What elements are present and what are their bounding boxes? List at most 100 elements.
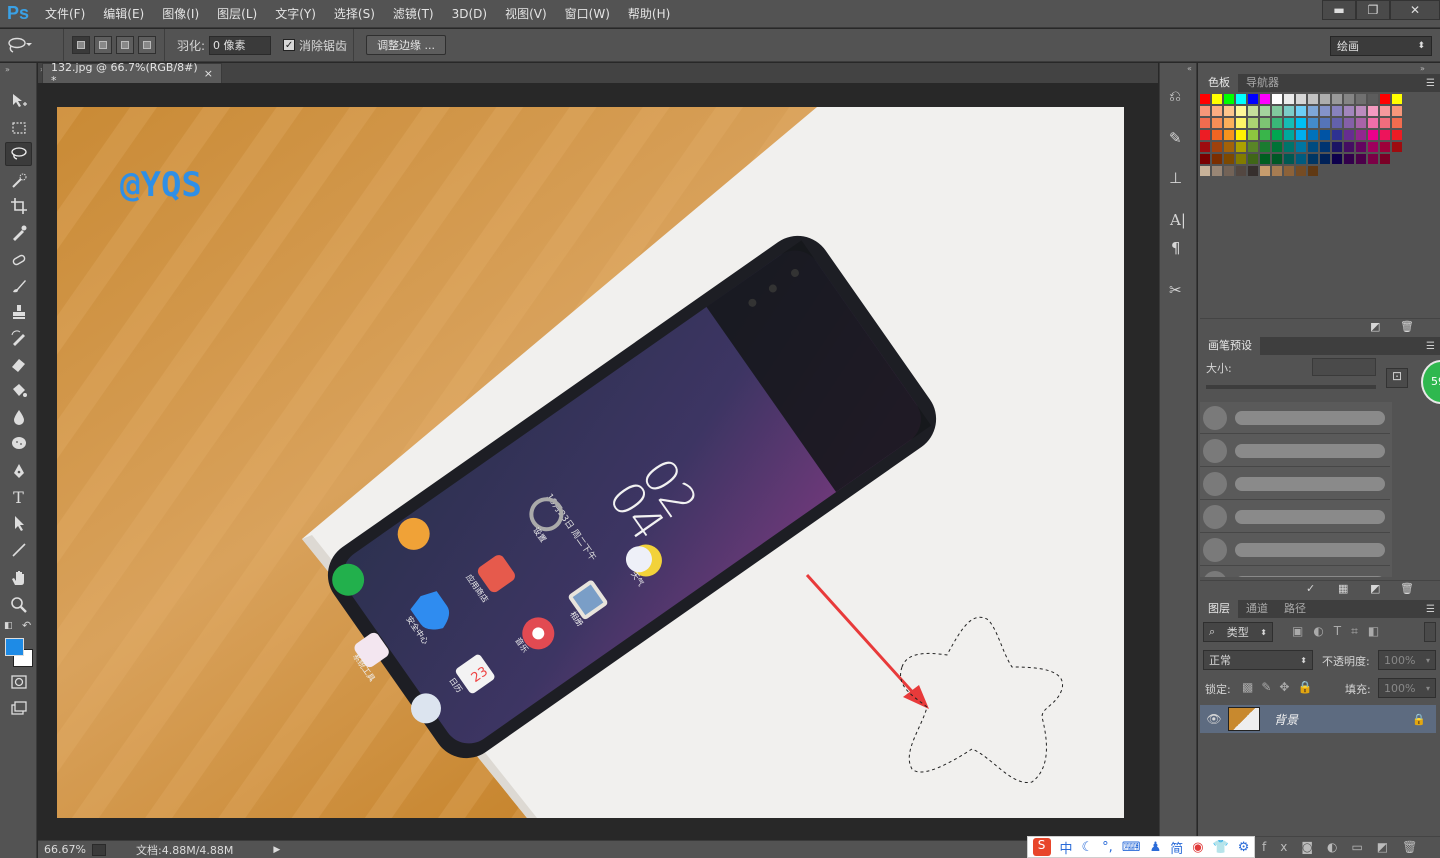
color-swatch[interactable] [1236, 118, 1246, 128]
move-tool[interactable] [5, 89, 32, 113]
foreground-color-swatch[interactable] [5, 638, 24, 656]
color-swatch[interactable] [1272, 118, 1282, 128]
brush-tool[interactable] [5, 274, 32, 298]
line-tool[interactable] [5, 538, 32, 562]
color-swatch[interactable] [1284, 130, 1294, 140]
color-swatch[interactable] [1392, 118, 1402, 128]
color-swatch[interactable] [1260, 118, 1270, 128]
user-icon[interactable]: ♟ [1150, 840, 1162, 855]
color-swatch[interactable] [1224, 142, 1234, 152]
color-swatch[interactable] [1284, 154, 1294, 164]
color-swatch[interactable] [1392, 106, 1402, 116]
color-swatch[interactable] [1272, 130, 1282, 140]
keyboard-icon[interactable]: ⌨ [1122, 840, 1141, 855]
color-swatch[interactable] [1308, 118, 1318, 128]
ime-logo-icon[interactable]: S [1032, 838, 1051, 856]
color-swatch[interactable] [1344, 118, 1354, 128]
color-swatch[interactable] [1224, 94, 1234, 104]
color-swatch[interactable] [1224, 166, 1234, 176]
ime-mode-chinese[interactable]: 中 [1060, 838, 1073, 857]
tab-layers[interactable]: 图层 [1200, 600, 1238, 618]
color-swatch[interactable] [1284, 166, 1294, 176]
menu-item[interactable]: 3D(D) [443, 0, 496, 28]
color-swatch[interactable] [1356, 94, 1366, 104]
brush-preset-options-icon[interactable]: ⊡ [1386, 368, 1408, 388]
toggle-brush-panel-icon[interactable]: ✓ [1306, 582, 1315, 595]
fill-input[interactable]: 100% ▾ [1378, 678, 1436, 698]
color-swatch[interactable] [1380, 154, 1390, 164]
menu-item[interactable]: 选择(S) [325, 0, 384, 28]
lasso-tool[interactable] [5, 142, 32, 166]
color-swatch[interactable] [1236, 166, 1246, 176]
brush-preset-item[interactable] [1200, 435, 1390, 467]
color-swatch[interactable] [1212, 130, 1222, 140]
feather-input[interactable] [209, 35, 272, 55]
panel-menu-icon[interactable]: ☰ [1426, 78, 1435, 89]
color-swatch[interactable] [1248, 154, 1258, 164]
menu-item[interactable]: 滤镜(T) [384, 0, 443, 28]
color-swatch[interactable] [1260, 142, 1270, 152]
color-swatch[interactable] [1272, 166, 1282, 176]
color-swatch[interactable] [1332, 106, 1342, 116]
lock-icons[interactable]: ▩✎✥🔒 [1242, 680, 1320, 694]
color-swatch[interactable] [1332, 118, 1342, 128]
shirt-icon[interactable]: 👕 [1213, 840, 1229, 855]
color-swatch[interactable] [1260, 154, 1270, 164]
tab-channels[interactable]: 通道 [1238, 600, 1276, 618]
close-button[interactable]: ✕ [1390, 0, 1440, 20]
status-options-icon[interactable] [92, 843, 106, 856]
color-swatch[interactable] [1380, 106, 1390, 116]
color-swatch[interactable] [1392, 142, 1402, 152]
color-swatch[interactable] [1236, 94, 1246, 104]
color-swatch[interactable] [1236, 142, 1246, 152]
color-swatch[interactable] [1260, 166, 1270, 176]
color-swatch[interactable] [1368, 142, 1378, 152]
menu-item[interactable]: 编辑(E) [94, 0, 153, 28]
tab-paths[interactable]: 路径 [1276, 600, 1314, 618]
blur-tool[interactable] [5, 405, 32, 429]
color-swatch[interactable] [1356, 142, 1366, 152]
healing-brush-tool[interactable] [5, 248, 32, 272]
color-swatch[interactable] [1380, 142, 1390, 152]
color-swatch[interactable] [1356, 106, 1366, 116]
menu-item[interactable]: 帮助(H) [619, 0, 679, 28]
color-swatch[interactable] [1368, 118, 1378, 128]
color-swatch[interactable] [1296, 142, 1306, 152]
trash-icon[interactable]: 🗑 [1400, 320, 1414, 333]
color-swatch[interactable] [1320, 106, 1330, 116]
color-swatch[interactable] [1296, 94, 1306, 104]
trash-icon[interactable]: 🗑 [1400, 582, 1414, 595]
path-selection-tool[interactable] [5, 511, 32, 535]
quick-selection-tool[interactable] [5, 169, 32, 193]
color-swatch[interactable] [1308, 154, 1318, 164]
punctuation-icon[interactable]: °, [1102, 840, 1113, 855]
color-swatch[interactable] [1332, 154, 1342, 164]
color-swatch[interactable] [1344, 94, 1354, 104]
panel-menu-icon[interactable]: ☰ [1426, 604, 1435, 615]
clone-source-icon[interactable]: ⊥ [1169, 169, 1182, 187]
color-swatch[interactable] [1344, 154, 1354, 164]
color-swatch[interactable] [1344, 130, 1354, 140]
color-swatch[interactable] [1260, 130, 1270, 140]
color-swatch[interactable] [1200, 142, 1210, 152]
dodge-tool[interactable] [5, 431, 32, 455]
color-swatch[interactable] [1272, 106, 1282, 116]
color-swatch[interactable] [1344, 142, 1354, 152]
color-swatch[interactable] [1296, 166, 1306, 176]
intersect-selection-button[interactable] [138, 36, 156, 54]
menu-item[interactable]: 视图(V) [496, 0, 556, 28]
color-swatch[interactable] [1248, 94, 1258, 104]
tab-swatches[interactable]: 色板 [1200, 74, 1238, 92]
color-swatch[interactable] [1272, 94, 1282, 104]
brush-size-slider[interactable] [1206, 385, 1376, 389]
eye-icon[interactable]: 👁 [1200, 712, 1228, 726]
eraser-tool[interactable] [5, 352, 32, 376]
color-swatch[interactable] [1260, 106, 1270, 116]
color-swatch[interactable] [1344, 106, 1354, 116]
color-swatch[interactable] [1224, 154, 1234, 164]
brush-menu-icon[interactable]: ▦ [1338, 582, 1348, 595]
color-swatch[interactable] [1320, 142, 1330, 152]
color-swatch[interactable] [1272, 142, 1282, 152]
color-swatch[interactable] [1248, 142, 1258, 152]
color-swatch[interactable] [1380, 130, 1390, 140]
